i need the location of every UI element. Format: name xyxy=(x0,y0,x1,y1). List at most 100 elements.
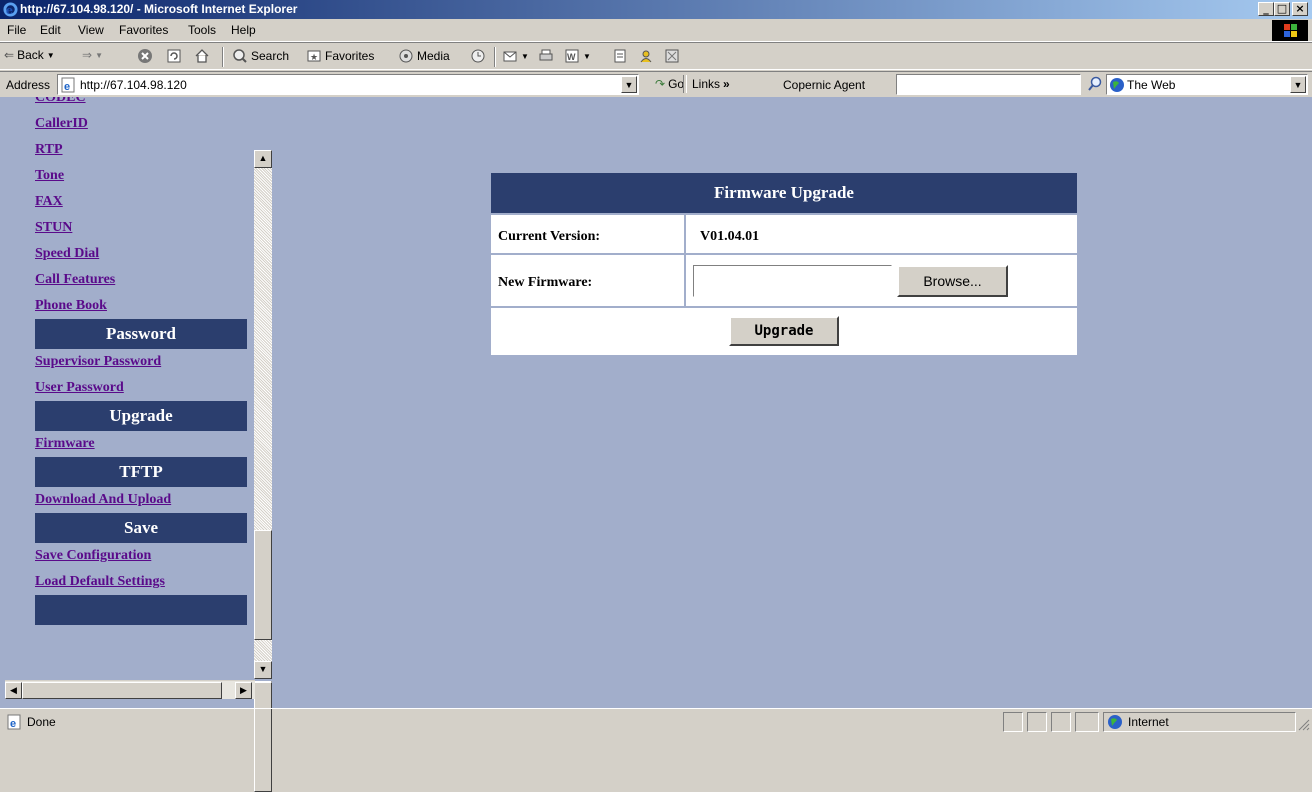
home-button[interactable] xyxy=(194,48,210,64)
upgrade-row: Upgrade xyxy=(491,306,1077,355)
scroll-left-button[interactable]: ◀ xyxy=(5,682,22,699)
window-title: http://67.104.98.120/ - Microsoft Intern… xyxy=(20,2,298,16)
scroll-right-button[interactable]: ▶ xyxy=(235,682,252,699)
scope-dropdown-button[interactable]: ▼ xyxy=(1290,76,1306,93)
nav-heading-save: Save xyxy=(35,513,247,543)
nav-link-speed-dial[interactable]: Speed Dial xyxy=(35,241,247,267)
related-button[interactable] xyxy=(664,48,680,64)
back-arrow-icon: ⇐ xyxy=(4,48,15,62)
windows-logo-icon xyxy=(1272,20,1308,41)
vertical-scroll-thumb[interactable] xyxy=(254,530,272,640)
copernic-agent-label: Copernic Agent xyxy=(783,78,866,92)
go-label: Go xyxy=(668,77,685,91)
title-bar: e http://67.104.98.120/ - Microsoft Inte… xyxy=(0,0,1312,19)
nav-link-callerid[interactable]: CallerID xyxy=(35,111,247,137)
nav-heading-tftp: TFTP xyxy=(35,457,247,487)
nav-link-call-features[interactable]: Call Features xyxy=(35,267,247,293)
maximize-button[interactable]: □ xyxy=(1274,2,1290,16)
go-button[interactable]: ↷ Go xyxy=(655,77,684,91)
upgrade-button[interactable]: Upgrade xyxy=(729,316,839,346)
status-text: Done xyxy=(27,715,56,729)
nav-link-phone-book[interactable]: Phone Book xyxy=(35,293,247,319)
menu-help[interactable]: Help xyxy=(231,23,256,37)
scroll-thumb[interactable] xyxy=(254,682,272,792)
scroll-up-button[interactable]: ▲ xyxy=(254,150,272,168)
address-dropdown-button[interactable]: ▼ xyxy=(621,76,637,93)
menu-bar: File Edit View Favorites Tools Help xyxy=(0,19,1312,42)
search-scope-select[interactable]: The Web ▼ xyxy=(1106,74,1308,95)
search-icon xyxy=(233,49,247,63)
ie-logo-icon: e xyxy=(3,2,18,17)
menu-file[interactable]: File xyxy=(7,23,26,37)
status-cell xyxy=(1027,712,1047,732)
svg-text:★: ★ xyxy=(310,52,318,62)
stop-button[interactable] xyxy=(137,48,153,64)
print-icon xyxy=(539,49,553,61)
nav-link-rtp[interactable]: RTP xyxy=(35,137,247,163)
back-button[interactable]: ⇐ Back ▼ xyxy=(4,48,55,62)
chevron-down-icon: ▼ xyxy=(583,51,591,61)
magnifier-icon[interactable] xyxy=(1087,76,1103,92)
nav-frame: CODEC CallerID RTP Tone FAX STUN Speed D… xyxy=(5,97,275,704)
media-label: Media xyxy=(417,49,450,63)
resize-grip-icon[interactable] xyxy=(1296,717,1310,731)
menu-edit[interactable]: Edit xyxy=(40,23,61,37)
nav-heading-partial xyxy=(35,595,247,625)
new-firmware-row: New Firmware: Browse... xyxy=(491,253,1077,306)
copernic-search-input[interactable] xyxy=(896,74,1081,95)
nav-link-firmware[interactable]: Firmware xyxy=(35,431,247,457)
edit-button[interactable]: W ▼ xyxy=(564,48,591,64)
chevron-down-icon: ▼ xyxy=(46,50,55,60)
nav-link-user-password[interactable]: User Password xyxy=(35,375,247,401)
address-bar: Address e http://67.104.98.120 ▼ ↷ Go Li… xyxy=(0,71,1312,97)
media-icon xyxy=(399,49,413,63)
svg-text:e: e xyxy=(64,81,70,93)
menu-tools[interactable]: Tools xyxy=(188,23,216,37)
nav-link-fax[interactable]: FAX xyxy=(35,189,247,215)
scroll-down-button[interactable]: ▼ xyxy=(254,661,272,679)
history-button[interactable] xyxy=(470,48,486,64)
status-bar: e Done Internet xyxy=(0,708,1312,735)
print-button[interactable] xyxy=(538,48,554,64)
standard-toolbar: ⇐ Back ▼ ⇒ ▼ Search ★ Favorites Media ▼ … xyxy=(0,42,1312,70)
svg-text:e: e xyxy=(6,3,13,17)
close-button[interactable]: × xyxy=(1292,2,1308,16)
search-button[interactable]: Search xyxy=(232,48,289,64)
firmware-file-input[interactable] xyxy=(693,265,892,297)
nav-link-codec[interactable]: CODEC xyxy=(35,97,247,111)
address-separator xyxy=(683,75,687,93)
nav-link-supervisor-password[interactable]: Supervisor Password xyxy=(35,349,247,375)
refresh-icon xyxy=(167,49,181,63)
nav-horizontal-scrollbar[interactable]: ◀ ▶ xyxy=(5,680,255,699)
svg-text:e: e xyxy=(10,718,16,730)
status-cell xyxy=(1051,712,1071,732)
discuss-button[interactable] xyxy=(612,48,628,64)
mail-icon xyxy=(503,51,517,62)
browse-button[interactable]: Browse... xyxy=(897,265,1008,297)
nav-link-load-defaults[interactable]: Load Default Settings xyxy=(35,569,247,595)
nav-link-save-configuration[interactable]: Save Configuration xyxy=(35,543,247,569)
new-firmware-label: New Firmware: xyxy=(498,275,593,290)
ie-page-icon: e xyxy=(7,714,21,730)
messenger-button[interactable] xyxy=(638,48,654,64)
messenger-icon xyxy=(640,50,652,63)
forward-arrow-icon: ⇒ xyxy=(82,48,93,62)
toolbar-separator xyxy=(494,47,496,67)
refresh-button[interactable] xyxy=(166,48,182,64)
nav-link-download-upload[interactable]: Download And Upload xyxy=(35,487,247,513)
address-input[interactable]: e http://67.104.98.120 ▼ xyxy=(57,74,639,95)
links-button[interactable]: Links » xyxy=(692,77,730,91)
nav-link-stun[interactable]: STUN xyxy=(35,215,247,241)
go-arrow-icon: ↷ xyxy=(655,77,666,91)
minimize-button[interactable]: _ xyxy=(1258,2,1274,16)
media-button[interactable]: Media xyxy=(398,48,450,64)
mail-button[interactable]: ▼ xyxy=(502,48,529,64)
favorites-button[interactable]: ★ Favorites xyxy=(306,48,374,64)
status-cell xyxy=(1003,712,1023,732)
chevron-down-icon: ▼ xyxy=(521,51,529,61)
menu-view[interactable]: View xyxy=(78,23,104,37)
menu-favorites[interactable]: Favorites xyxy=(119,23,168,37)
nav-link-tone[interactable]: Tone xyxy=(35,163,247,189)
forward-button[interactable]: ⇒ ▼ xyxy=(82,48,103,62)
horizontal-scroll-thumb[interactable] xyxy=(22,682,222,699)
